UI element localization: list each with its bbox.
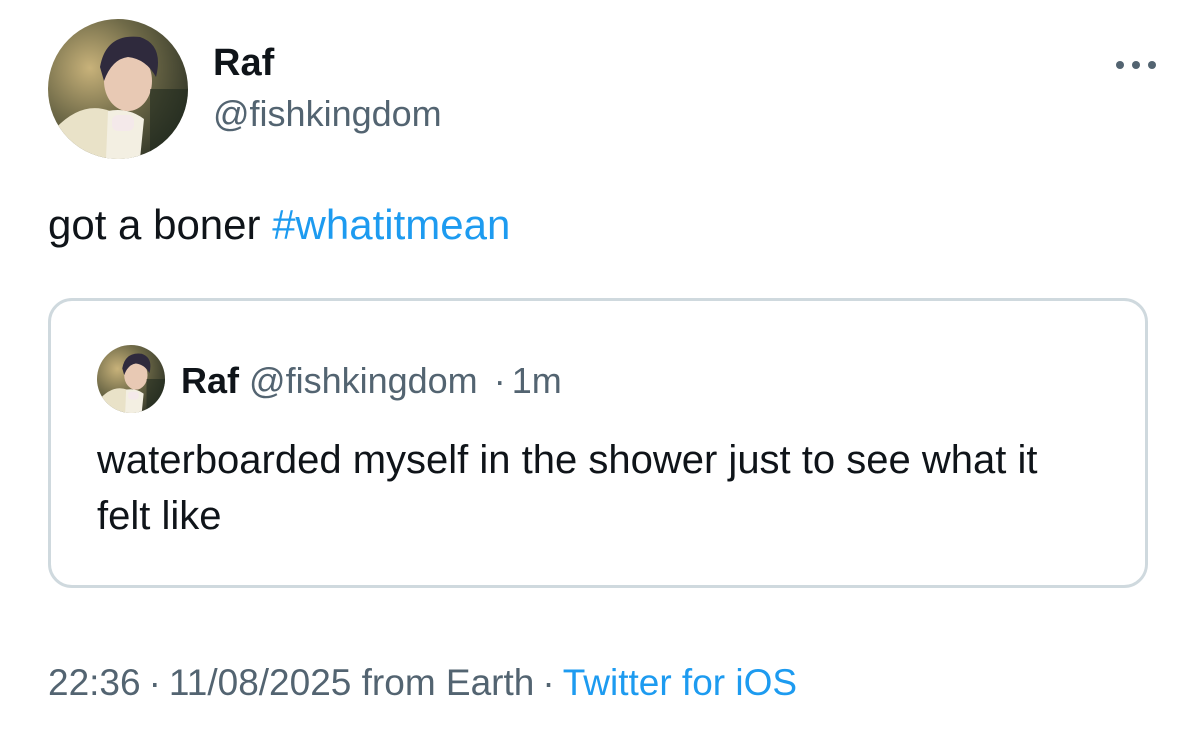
quoted-author-handle[interactable]: @fishkingdom [249, 360, 478, 401]
more-options-button[interactable] [1112, 50, 1160, 80]
tweet-text: got a boner #whatitmean [48, 198, 510, 252]
author-handle[interactable]: @fishkingdom [213, 92, 442, 136]
quoted-tweet-card[interactable]: Raf @fishkingdom · 1m waterboarded myself… [48, 298, 1148, 588]
tweet-time[interactable]: 22:36 [48, 662, 141, 703]
tweet-body: got a boner [48, 201, 261, 248]
separator-dot: · [148, 662, 161, 703]
author-display-name[interactable]: Raf [213, 40, 274, 86]
tweet-date[interactable]: 11/08/2025 [169, 662, 351, 703]
separator-dot: · [542, 662, 555, 703]
hashtag-link[interactable]: #whatitmean [272, 201, 510, 248]
tweet-metadata: 22:36 · 11/08/2025 from Earth · Twitter for … [48, 660, 797, 706]
avatar-image [97, 345, 165, 413]
separator-dot: · [493, 360, 506, 401]
tweet-location: from Earth [361, 662, 535, 703]
author-avatar[interactable] [48, 19, 188, 159]
source-link[interactable]: Twitter for iOS [563, 662, 797, 703]
quoted-author-name[interactable]: Raf [181, 360, 239, 401]
quoted-tweet-text: waterboarded myself in the shower just t… [97, 438, 1038, 538]
quoted-author-avatar[interactable] [97, 345, 165, 413]
quoted-tweet-header: Raf @fishkingdom · 1m [181, 359, 562, 403]
avatar-image [48, 19, 188, 159]
quoted-tweet-time[interactable]: 1m [512, 360, 562, 401]
